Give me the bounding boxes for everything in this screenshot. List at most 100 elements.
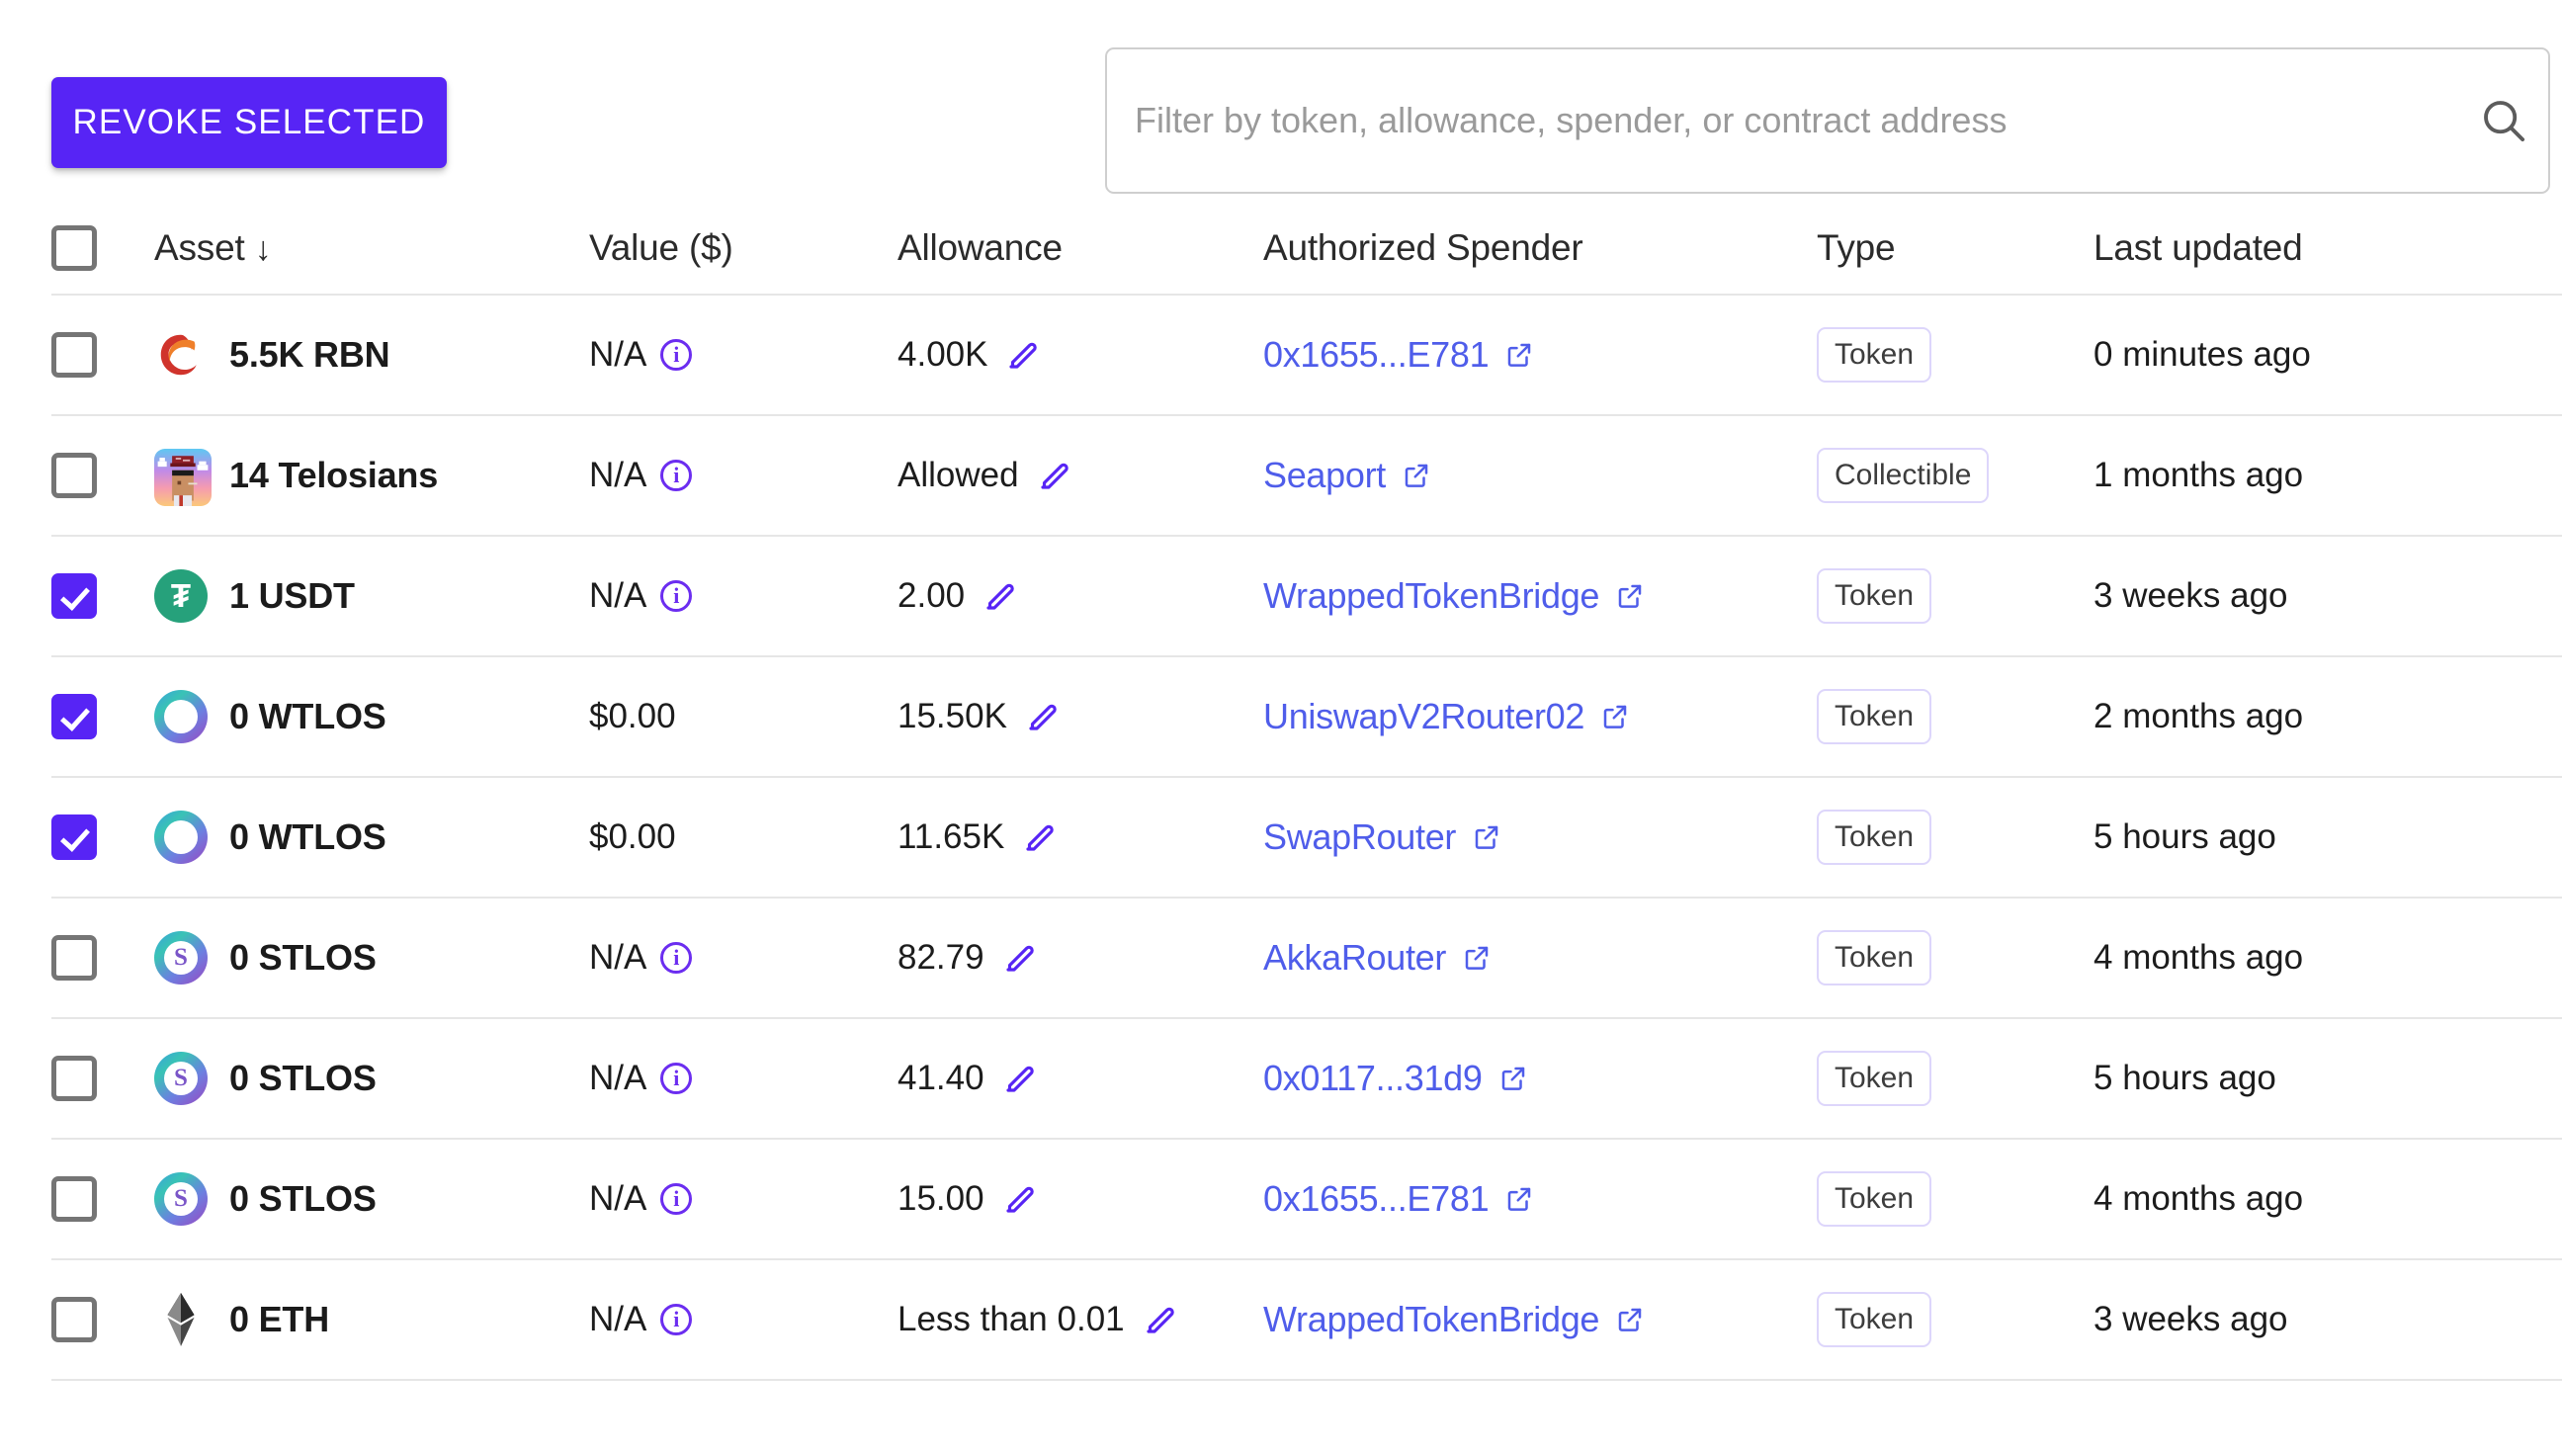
revoke-allowances-page: REVOKE SELECTED Asset: [0, 0, 2563, 1456]
last-updated-cell: 2 months ago: [2093, 656, 2562, 778]
row-select-cell: [51, 777, 154, 899]
asset-cell: S 0 STLOS: [154, 1018, 589, 1140]
last-updated-cell: 1 months ago: [2093, 415, 2562, 537]
external-link-icon: [1501, 1067, 1524, 1090]
search-input[interactable]: [1107, 49, 2459, 192]
table-row: 5.5K RBN N/A i 4.00K 0x1655...E781 Token 0 min…: [51, 295, 2562, 416]
allowance-cell: 41.40: [897, 1018, 1263, 1140]
type-cell: Token: [1817, 656, 2093, 778]
external-link-icon: [1508, 1187, 1531, 1211]
last-updated-cell: 3 weeks ago: [2093, 1259, 2562, 1381]
row-select-checkbox[interactable]: [51, 1056, 97, 1101]
row-select-checkbox[interactable]: [51, 694, 97, 739]
external-link-icon: [1475, 825, 1498, 849]
spender-link[interactable]: WrappedTokenBridge: [1263, 575, 1599, 617]
asset-label: 5.5K RBN: [229, 334, 390, 375]
table-row: 14 Telosians N/A i Allowed Seaport Collectibl…: [51, 415, 2562, 537]
column-header-allowance[interactable]: Allowance: [897, 203, 1263, 296]
select-all-checkbox[interactable]: [51, 225, 97, 272]
column-header-spender[interactable]: Authorized Spender: [1263, 203, 1817, 296]
stlos-icon: S: [154, 931, 208, 985]
allowances-table: Asset ↓ Value ($) Allowance Authorized S…: [51, 203, 2562, 1381]
column-header-value[interactable]: Value ($): [589, 203, 897, 296]
external-link-icon: [1465, 946, 1489, 970]
spender-link[interactable]: 0x1655...E781: [1263, 1178, 1490, 1220]
allowance-cell: Allowed: [897, 415, 1263, 537]
spender-link[interactable]: Seaport: [1263, 455, 1386, 496]
asset-label: 0 ETH: [229, 1299, 330, 1339]
table-body: 5.5K RBN N/A i 4.00K 0x1655...E781 Token 0 min…: [51, 295, 2562, 1381]
edit-pencil-icon: [1041, 463, 1068, 489]
value-label: N/A: [589, 1300, 647, 1338]
row-select-checkbox[interactable]: [51, 814, 97, 860]
value-cell: N/A i: [589, 898, 897, 1019]
spender-cell: 0x0117...31d9: [1263, 1018, 1817, 1140]
search-field[interactable]: [1105, 47, 2550, 194]
column-header-asset-label: Asset: [154, 227, 245, 268]
column-header-asset[interactable]: Asset ↓: [154, 203, 589, 296]
allowance-label: 15.50K: [897, 697, 1007, 735]
edit-pencil-icon: [1026, 824, 1055, 851]
spender-cell: AkkaRouter: [1263, 898, 1817, 1019]
external-link-icon: [1618, 1308, 1642, 1331]
type-cell: Token: [1817, 1259, 2093, 1381]
row-select-checkbox[interactable]: [51, 453, 97, 498]
info-icon[interactable]: i: [660, 339, 693, 371]
allowance-label: 4.00K: [897, 335, 988, 374]
info-icon[interactable]: i: [660, 580, 693, 612]
last-updated-cell: 5 hours ago: [2093, 1018, 2562, 1140]
edit-pencil-icon: [1009, 342, 1038, 369]
allowance-cell: 82.79: [897, 898, 1263, 1019]
value-cell: N/A i: [589, 415, 897, 537]
row-select-checkbox[interactable]: [51, 1297, 97, 1342]
ribbon-phoenix-icon: [160, 334, 197, 376]
last-updated-cell: 3 weeks ago: [2093, 536, 2562, 657]
type-cell: Token: [1817, 777, 2093, 899]
search-icon[interactable]: [2459, 49, 2548, 192]
allowance-cell: 11.65K: [897, 777, 1263, 899]
asset-label: 1 USDT: [229, 575, 355, 616]
info-icon[interactable]: i: [660, 460, 693, 491]
row-select-checkbox[interactable]: [51, 1176, 97, 1222]
type-cell: Token: [1817, 1139, 2093, 1260]
info-icon[interactable]: i: [660, 1063, 693, 1094]
edit-pencil-icon: [1006, 1066, 1034, 1092]
row-select-checkbox[interactable]: [51, 573, 97, 619]
row-select-checkbox[interactable]: [51, 935, 97, 981]
type-badge: Token: [1817, 1292, 1932, 1347]
column-header-updated[interactable]: Last updated: [2093, 203, 2562, 296]
row-select-cell: [51, 898, 154, 1019]
wtlos-icon: [154, 811, 208, 864]
select-all-header: [51, 203, 154, 296]
type-badge: Token: [1817, 327, 1932, 383]
table-row: 0 ETH N/A i Less than 0.01 WrappedTokenBridg…: [51, 1259, 2562, 1381]
type-badge: Token: [1817, 568, 1932, 624]
spender-link[interactable]: 0x1655...E781: [1263, 334, 1490, 376]
allowance-cell: 15.50K: [897, 656, 1263, 778]
asset-label: 0 WTLOS: [229, 816, 386, 857]
allowance-label: 41.40: [897, 1059, 984, 1097]
spender-link[interactable]: AkkaRouter: [1263, 937, 1446, 979]
value-cell: $0.00: [589, 656, 897, 778]
info-icon[interactable]: i: [660, 1183, 693, 1215]
row-select-checkbox[interactable]: [51, 332, 97, 378]
info-icon[interactable]: i: [660, 942, 693, 974]
spender-link[interactable]: WrappedTokenBridge: [1263, 1299, 1599, 1340]
spender-cell: WrappedTokenBridge: [1263, 536, 1817, 657]
value-cell: $0.00: [589, 777, 897, 899]
spender-link[interactable]: UniswapV2Router02: [1263, 696, 1584, 737]
column-header-type[interactable]: Type: [1817, 203, 2093, 296]
value-cell: N/A i: [589, 295, 897, 416]
info-icon[interactable]: i: [660, 1304, 693, 1335]
ethereum-icon: [167, 1293, 195, 1346]
revoke-selected-button[interactable]: REVOKE SELECTED: [51, 77, 447, 168]
edit-pencil-icon: [1006, 1186, 1034, 1213]
value-cell: N/A i: [589, 536, 897, 657]
spender-link[interactable]: SwapRouter: [1263, 816, 1456, 858]
value-label: N/A: [589, 1179, 647, 1218]
type-badge: Token: [1817, 1051, 1932, 1106]
spender-link[interactable]: 0x0117...31d9: [1263, 1058, 1483, 1099]
asset-cell: 0 WTLOS: [154, 777, 589, 899]
wtlos-icon: [154, 690, 208, 743]
edit-pencil-icon: [986, 583, 1014, 610]
